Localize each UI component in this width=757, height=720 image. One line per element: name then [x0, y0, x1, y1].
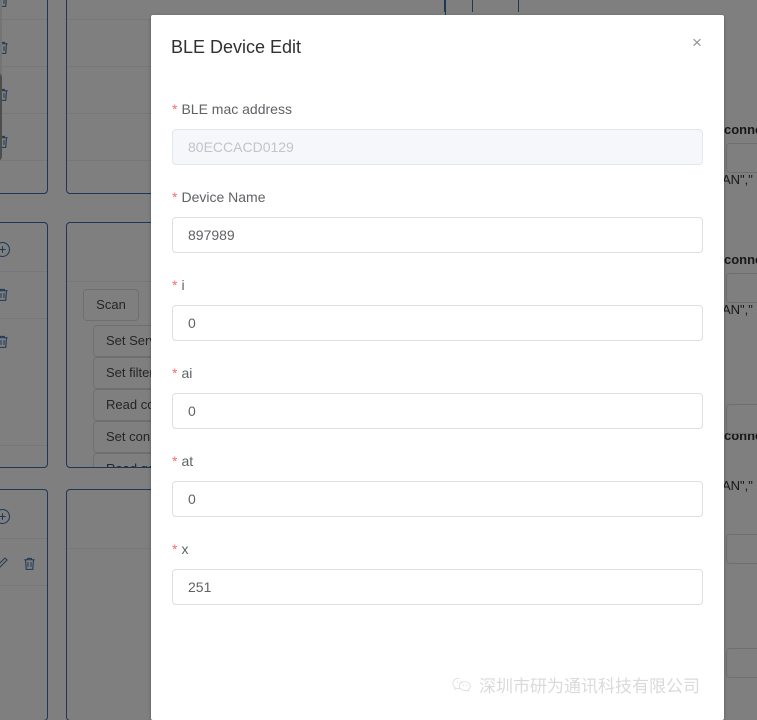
form-item-ai: * ai	[172, 363, 703, 429]
required-asterisk-icon: *	[172, 541, 178, 557]
label-text: ai	[181, 365, 193, 381]
form-item-ble-mac-address: * BLE mac address	[172, 99, 703, 165]
label-text: i	[181, 277, 185, 293]
label-text: x	[181, 541, 189, 557]
i-input[interactable]	[172, 305, 703, 341]
label-ai: * ai	[172, 363, 703, 393]
ai-input[interactable]	[172, 393, 703, 429]
required-asterisk-icon: *	[172, 453, 178, 469]
required-asterisk-icon: *	[172, 365, 178, 381]
label-text: BLE mac address	[181, 101, 292, 117]
label-x: * x	[172, 539, 703, 569]
form-item-i: * i	[172, 275, 703, 341]
label-device-name: * Device Name	[172, 187, 703, 217]
app-root: DF18249 CCF15CC E0B3414 FBAA726 Scan Set…	[0, 0, 757, 720]
ble-device-edit-dialog: BLE Device Edit × *BLE mac address *Devi…	[151, 15, 724, 720]
dialog-body: *BLE mac address *Device Name *i *ai	[151, 69, 724, 605]
dialog-header: BLE Device Edit ×	[151, 15, 724, 69]
required-asterisk-icon: *	[172, 101, 178, 117]
required-asterisk-icon: *	[172, 189, 178, 205]
ble-mac-address-input[interactable]	[172, 129, 703, 165]
label-at: * at	[172, 451, 703, 481]
form-item-device-name: * Device Name	[172, 187, 703, 253]
label-text: at	[181, 453, 194, 469]
label-text: Device Name	[181, 189, 266, 205]
label-i: * i	[172, 275, 703, 305]
form-item-x: * x	[172, 539, 703, 605]
required-asterisk-icon: *	[172, 277, 178, 293]
x-input[interactable]	[172, 569, 703, 605]
at-input[interactable]	[172, 481, 703, 517]
close-icon[interactable]: ×	[685, 31, 709, 55]
dialog-title: BLE Device Edit	[171, 37, 302, 57]
form-item-at: * at	[172, 451, 703, 517]
device-name-input[interactable]	[172, 217, 703, 253]
label-ble-mac-address: * BLE mac address	[172, 99, 703, 129]
